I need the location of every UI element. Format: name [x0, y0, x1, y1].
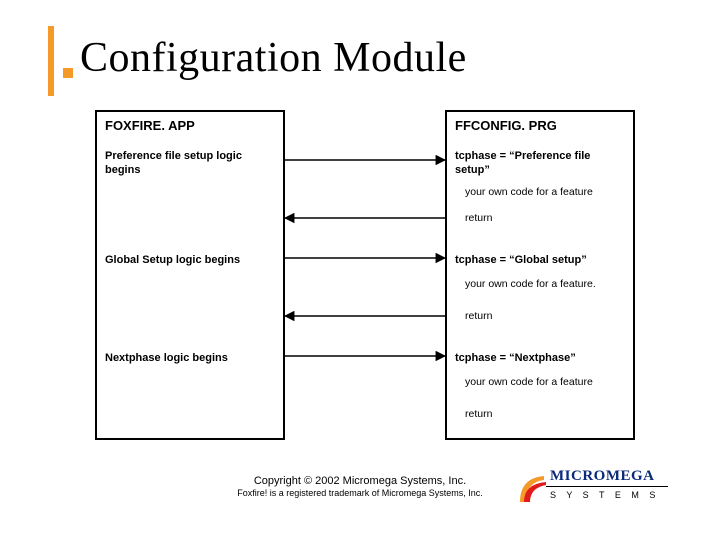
diagram: FOXFIRE. APP Preference file setup logic… — [95, 110, 635, 440]
right-block3-sub2: return — [465, 408, 627, 421]
left-entry-preference: Preference file setup logic begins — [105, 150, 275, 178]
right-block1-sub1: your own code for a feature — [465, 186, 627, 199]
right-header: FFCONFIG. PRG — [455, 118, 625, 133]
right-block3-line1: tcphase = “Nextphase” — [455, 352, 625, 366]
right-block2-line1: tcphase = “Global setup” — [455, 254, 625, 268]
right-block1-sub2: return — [465, 212, 627, 225]
logo-swoosh-icon — [518, 472, 548, 504]
left-entry-global: Global Setup logic begins — [105, 254, 275, 268]
accent-dot — [63, 68, 73, 78]
left-header: FOXFIRE. APP — [105, 118, 275, 133]
accent-bar — [48, 26, 54, 96]
micromega-logo: MICROMEGA S Y S T E M S — [518, 468, 668, 508]
left-entry-nextphase: Nextphase logic begins — [105, 352, 275, 366]
right-block3-sub1: your own code for a feature — [465, 376, 627, 389]
logo-sub-text: S Y S T E M S — [550, 490, 662, 501]
page-title: Configuration Module — [80, 34, 467, 82]
right-block1-line1: tcphase = “Preference file setup” — [455, 150, 625, 178]
left-box: FOXFIRE. APP Preference file setup logic… — [95, 110, 285, 440]
right-block2-sub2: return — [465, 310, 627, 323]
logo-rule — [546, 486, 668, 487]
right-block2-sub1: your own code for a feature. — [465, 278, 627, 291]
right-box: FFCONFIG. PRG tcphase = “Preference file… — [445, 110, 635, 440]
logo-brand-text: MICROMEGA — [550, 468, 655, 485]
